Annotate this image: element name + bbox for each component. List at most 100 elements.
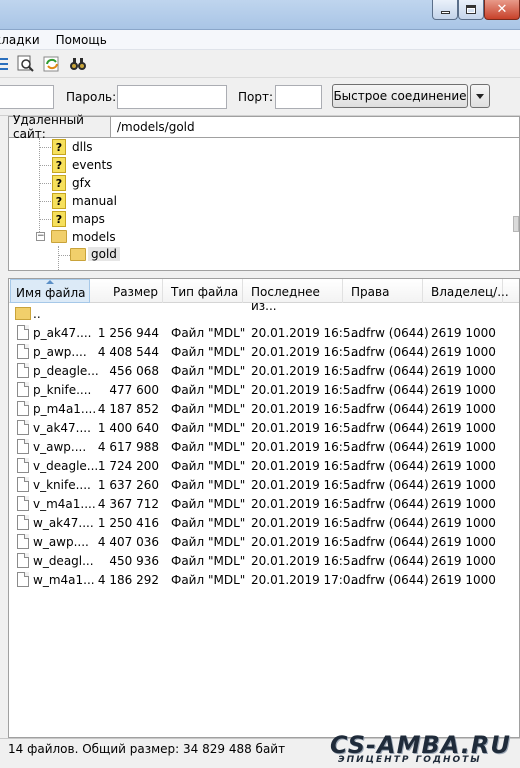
file-row[interactable]: v_ak47.... 1 400 640 Файл "MDL" 20.01.2019 … [9, 419, 519, 438]
file-type: Файл "MDL" [171, 459, 246, 473]
file-row[interactable]: p_deagle... 456 068 Файл "MDL" 20.01.2019 1… [9, 362, 519, 381]
file-row[interactable]: w_deagl... 450 936 Файл "MDL" 20.01.2019 16… [9, 552, 519, 571]
file-row[interactable]: p_awp.... 4 408 544 Файл "MDL" 20.01.2019 1… [9, 343, 519, 362]
file-row[interactable]: w_ak47.... 1 250 416 Файл "MDL" 20.01.2019 … [9, 514, 519, 533]
tree-item-gfx[interactable]: ? gfx [9, 174, 509, 192]
close-icon: ✕ [496, 2, 508, 17]
title-bar: ✕ [0, 0, 520, 30]
file-permissions: adfrw (0644) [351, 440, 429, 454]
menu-bar: кладки Помощь [0, 30, 520, 50]
username-input[interactable] [0, 85, 54, 109]
tree-item-label: manual [72, 194, 117, 208]
tree-item-maps[interactable]: ? maps [9, 210, 509, 228]
file-size: 4 187 852 [97, 402, 159, 416]
collapse-icon[interactable]: − [36, 232, 45, 241]
minimize-button[interactable] [432, 0, 458, 20]
file-owner: 2619 1000 [431, 535, 496, 549]
close-button[interactable]: ✕ [484, 0, 520, 20]
file-modified: 20.01.2019 16:5... [251, 497, 362, 511]
tree-item-label: models [72, 230, 116, 244]
file-modified: 20.01.2019 17:0... [251, 573, 362, 587]
file-permissions: adfrw (0644) [351, 326, 429, 340]
column-header-permissions[interactable]: Права [343, 279, 423, 303]
tree-item-events[interactable]: ? events [9, 156, 509, 174]
file-modified: 20.01.2019 16:5... [251, 440, 362, 454]
column-header-name[interactable]: Имя файла [10, 279, 90, 303]
menu-bookmarks[interactable]: кладки [0, 33, 46, 47]
file-row[interactable]: p_m4a1.... 4 187 852 Файл "MDL" 20.01.2019 … [9, 400, 519, 419]
file-size: 477 600 [109, 383, 159, 397]
tree-item-manual[interactable]: ? manual [9, 192, 509, 210]
file-permissions: adfrw (0644) [351, 573, 429, 587]
file-owner: 2619 1000 [431, 383, 496, 397]
file-row[interactable]: v_knife.... 1 637 260 Файл "MDL" 20.01.2019… [9, 476, 519, 495]
file-row[interactable]: p_knife.... 477 600 Файл "MDL" 20.01.2019 1… [9, 381, 519, 400]
maximize-button[interactable] [458, 0, 484, 20]
tree-item-gold[interactable]: gold [9, 246, 509, 264]
minimize-icon [440, 11, 450, 14]
file-size: 1 250 416 [97, 516, 159, 530]
file-row[interactable]: v_awp.... 4 617 988 Файл "MDL" 20.01.2019 1… [9, 438, 519, 457]
file-row[interactable]: w_m4a1... 4 186 292 Файл "MDL" 20.01.2019 1… [9, 571, 519, 590]
file-row[interactable]: v_deagle... 1 724 200 Файл "MDL" 20.01.2019… [9, 457, 519, 476]
file-owner: 2619 1000 [431, 573, 496, 587]
password-label: Пароль: [66, 90, 117, 104]
column-header-size[interactable]: Размер [91, 279, 163, 303]
file-owner: 2619 1000 [431, 326, 496, 340]
quickconnect-bar: Пароль: Порт: Быстрое соединение [0, 78, 520, 116]
menu-help[interactable]: Помощь [56, 33, 113, 47]
tree-item-models[interactable]: − models [9, 228, 509, 246]
file-icon [17, 458, 29, 473]
tree-scrollbar-thumb[interactable] [513, 216, 519, 232]
file-row[interactable]: v_m4a1.... 4 367 712 Файл "MDL" 20.01.2019 … [9, 495, 519, 514]
remote-site-label: Удаленный сайт: [9, 113, 111, 141]
file-size: 450 936 [109, 554, 159, 568]
parent-directory-row[interactable]: .. [9, 305, 519, 324]
file-type: Файл "MDL" [171, 421, 246, 435]
remote-directory-tree: ? dlls ? events ? gfx ? manual ? maps − … [8, 138, 520, 271]
file-size: 4 407 036 [97, 535, 159, 549]
sync-icon[interactable] [42, 54, 62, 74]
file-type: Файл "MDL" [171, 573, 246, 587]
file-row[interactable]: w_awp.... 4 407 036 Файл "MDL" 20.01.2019 1… [9, 533, 519, 552]
file-name: v_ak47.... [33, 421, 91, 435]
file-name: v_knife.... [33, 478, 91, 492]
tree-item-label: gold [88, 247, 120, 261]
file-icon [17, 553, 29, 568]
tree-item-dlls[interactable]: ? dlls [9, 138, 509, 156]
file-permissions: adfrw (0644) [351, 402, 429, 416]
quickconnect-button[interactable]: Быстрое соединение [332, 84, 468, 108]
file-modified: 20.01.2019 16:5... [251, 364, 362, 378]
file-size: 4 367 712 [97, 497, 159, 511]
chevron-down-icon [476, 93, 484, 99]
file-size: 1 256 944 [97, 326, 159, 340]
file-permissions: adfrw (0644) [351, 459, 429, 473]
filter-icon[interactable] [0, 54, 12, 74]
file-size: 1 637 260 [97, 478, 159, 492]
file-type: Файл "MDL" [171, 364, 246, 378]
unknown-folder-icon: ? [52, 193, 66, 209]
column-header-type[interactable]: Тип файла [163, 279, 243, 303]
file-permissions: adfrw (0644) [351, 535, 429, 549]
file-owner: 2619 1000 [431, 345, 496, 359]
file-row[interactable]: p_ak47.... 1 256 944 Файл "MDL" 20.01.2019 … [9, 324, 519, 343]
file-modified: 20.01.2019 16:5... [251, 402, 362, 416]
file-icon [17, 477, 29, 492]
file-icon [17, 344, 29, 359]
folder-open-icon [51, 230, 67, 243]
column-header-owner[interactable]: Владелец/... [423, 279, 509, 303]
tree-item-label: maps [72, 212, 105, 226]
file-icon [17, 420, 29, 435]
file-type: Файл "MDL" [171, 554, 246, 568]
remote-site-bar: Удаленный сайт: /models/gold [8, 113, 520, 141]
quickconnect-dropdown-button[interactable] [470, 84, 490, 108]
password-input[interactable] [117, 85, 227, 109]
remote-file-list: Имя файла Размер Тип файла Последнее из.… [8, 278, 520, 738]
remote-site-path-input[interactable]: /models/gold [117, 120, 195, 134]
search-files-icon[interactable] [16, 54, 36, 74]
column-header-modified[interactable]: Последнее из... [243, 279, 343, 313]
file-permissions: adfrw (0644) [351, 554, 429, 568]
port-input[interactable] [275, 85, 322, 109]
compare-icon[interactable] [68, 54, 88, 74]
status-text: 14 файлов. Общий размер: 34 829 488 байт [8, 742, 286, 756]
